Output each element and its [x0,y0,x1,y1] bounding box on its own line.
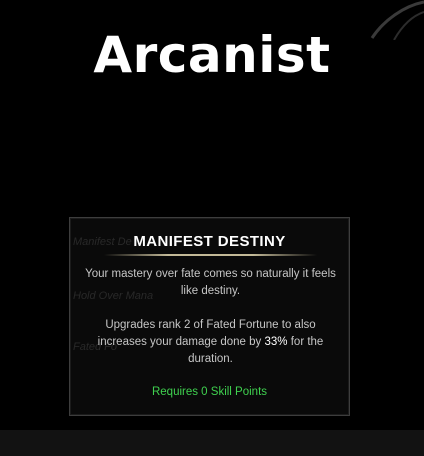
title-divider [104,254,317,256]
skill-requirement: Requires 0 Skill Points [151,386,268,398]
damage-percent-highlight: 33% [264,336,288,348]
bottom-bar [0,430,424,456]
page-title: Arcanist [93,26,331,84]
skill-title: MANIFEST DESTINY [133,233,286,250]
skill-upgrade-text: Upgrades rank 2 of Fated Fortune to also… [84,317,337,368]
skill-tooltip: Manifest De Hold Over Mana Fated Fo MANI… [69,217,350,416]
screen: Arcanist Manifest De Hold Over Mana Fate… [0,0,424,456]
skill-description: Your mastery over fate comes so naturall… [85,268,336,297]
